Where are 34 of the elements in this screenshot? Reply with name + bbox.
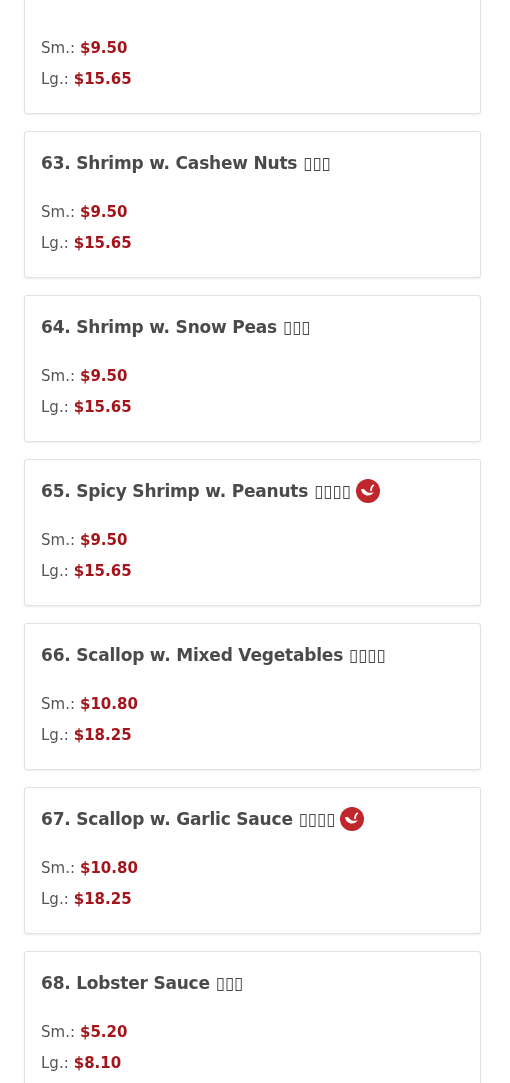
size-label: Sm.: bbox=[41, 203, 75, 221]
price: $10.80 bbox=[79, 695, 138, 713]
size-label: Lg.: bbox=[41, 562, 69, 580]
price: $9.50 bbox=[79, 367, 128, 385]
size-label: Lg.: bbox=[41, 1054, 69, 1072]
dish-title: 67. Scallop w. Garlic Sauce ▯▯▯▯ bbox=[41, 809, 336, 829]
size-label: Sm.: bbox=[41, 1023, 75, 1041]
size-label: Lg.: bbox=[41, 398, 69, 416]
dish-title: 64. Shrimp w. Snow Peas ▯▯▯ bbox=[41, 317, 311, 337]
dish-title: 66. Scallop w. Mixed Vegetables ▯▯▯▯ bbox=[41, 645, 386, 665]
price: $8.10 bbox=[73, 1054, 122, 1072]
price: $15.65 bbox=[73, 70, 132, 88]
size-label: Lg.: bbox=[41, 70, 69, 88]
price: $9.50 bbox=[79, 203, 128, 221]
dish-title: 63. Shrimp w. Cashew Nuts ▯▯▯ bbox=[41, 153, 331, 173]
size-label: Sm.: bbox=[41, 531, 75, 549]
size-label: Sm.: bbox=[41, 695, 75, 713]
price: $5.20 bbox=[79, 1023, 128, 1041]
size-label: Sm.: bbox=[41, 367, 75, 385]
size-label: Lg.: bbox=[41, 726, 69, 744]
price: $10.80 bbox=[79, 859, 138, 877]
price: $15.65 bbox=[73, 234, 132, 252]
dish-title: 65. Spicy Shrimp w. Peanuts ▯▯▯▯ bbox=[41, 481, 351, 501]
price: $15.65 bbox=[73, 398, 132, 416]
price: $9.50 bbox=[79, 531, 128, 549]
price: $15.65 bbox=[73, 562, 132, 580]
price: $18.25 bbox=[73, 726, 132, 744]
size-label: Lg.: bbox=[41, 234, 69, 252]
size-label: Sm.: bbox=[41, 39, 75, 57]
price: $18.25 bbox=[73, 890, 132, 908]
size-label: Lg.: bbox=[41, 890, 69, 908]
dish-title: 68. Lobster Sauce ▯▯▯ bbox=[41, 973, 243, 993]
price: $9.50 bbox=[79, 39, 128, 57]
size-label: Sm.: bbox=[41, 859, 75, 877]
